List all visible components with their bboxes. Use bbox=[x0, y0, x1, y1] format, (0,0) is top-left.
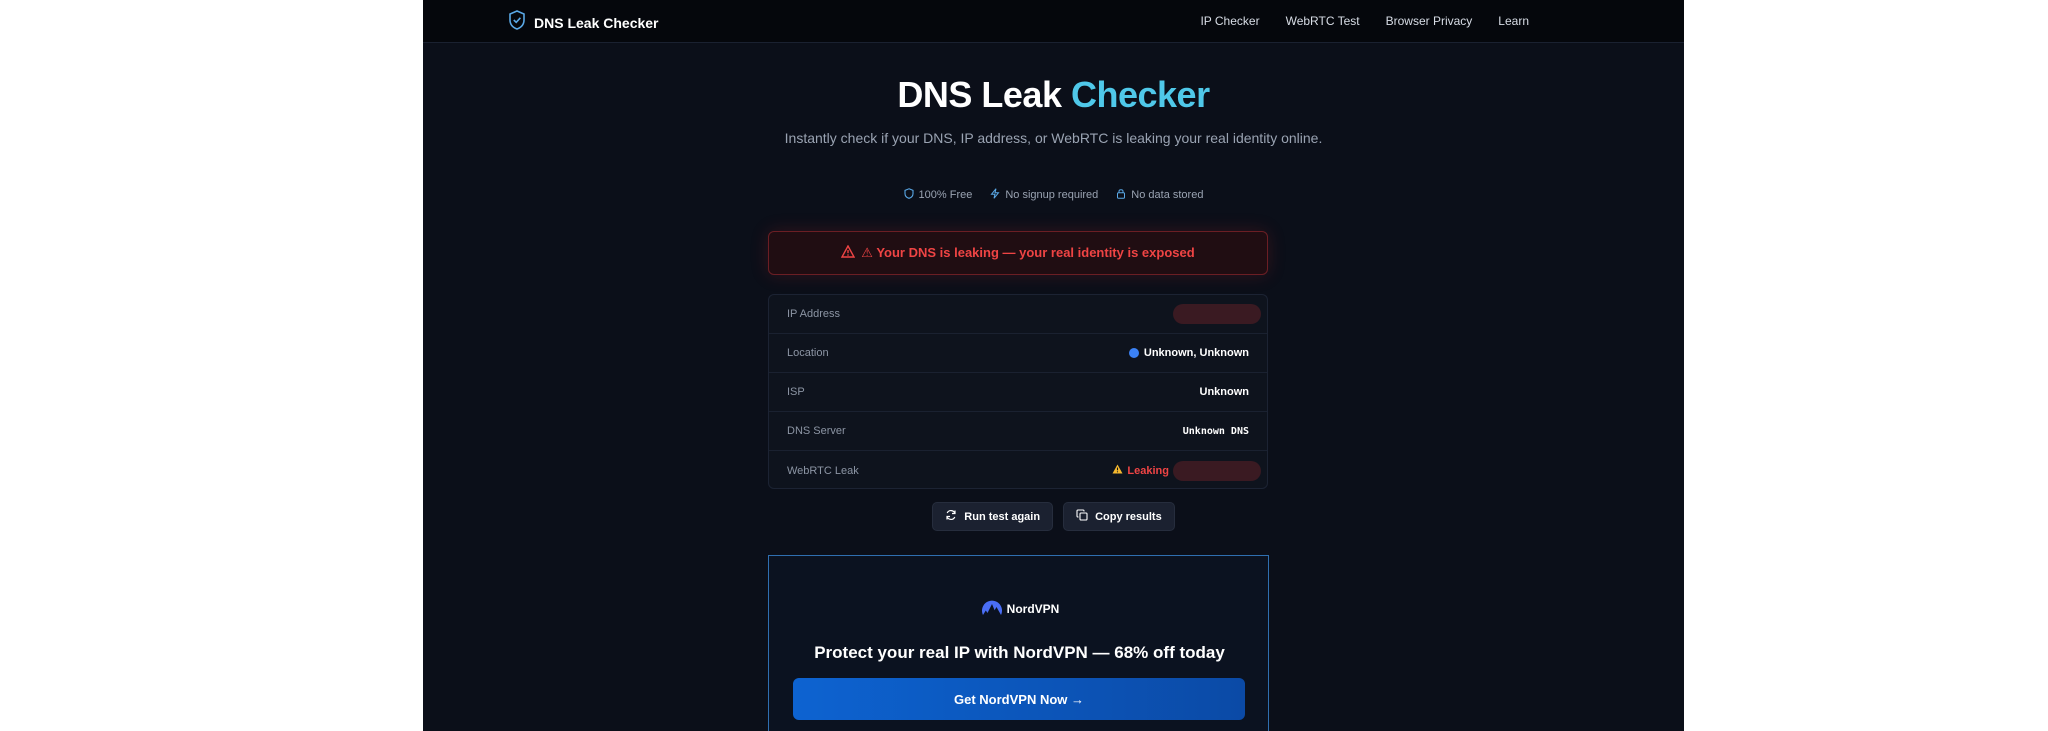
badge-label: 100% Free bbox=[918, 189, 973, 201]
nav-links: IP Checker WebRTC Test Browser Privacy L… bbox=[1200, 14, 1529, 28]
isp-value: Unknown bbox=[1199, 386, 1250, 398]
promo-title: Protect your real IP with NordVPN — 68% … bbox=[814, 643, 1225, 662]
results-table: IP Address Location Unknown, Unknown ISP… bbox=[768, 294, 1268, 489]
badge-free: 100% Free bbox=[903, 188, 973, 202]
row-label: WebRTC Leak bbox=[787, 464, 859, 477]
page-title: DNS Leak Checker bbox=[423, 74, 1684, 116]
row-label: ISP bbox=[787, 386, 805, 398]
ip-address-value-redacted bbox=[1173, 304, 1261, 324]
nordvpn-promo: NordVPN Protect your real IP with NordVP… bbox=[768, 555, 1269, 731]
refresh-icon bbox=[945, 509, 957, 524]
dns-server-value: Unknown DNS bbox=[1182, 425, 1249, 437]
warning-icon bbox=[1112, 464, 1123, 477]
badge-no-data: No data stored bbox=[1116, 188, 1203, 202]
row-dns-server: DNS Server Unknown DNS bbox=[769, 412, 1267, 451]
run-test-again-button[interactable]: Run test again bbox=[932, 502, 1054, 531]
badge-label: No data stored bbox=[1131, 189, 1204, 201]
title-main: DNS Leak bbox=[897, 74, 1062, 115]
bolt-icon bbox=[990, 188, 1000, 202]
dns-leak-alert: ⚠ Your DNS is leaking — your real identi… bbox=[768, 231, 1268, 275]
shield-check-icon bbox=[508, 10, 526, 35]
row-label: IP Address bbox=[787, 308, 840, 320]
app-window: DNS Leak Checker IP Checker WebRTC Test … bbox=[423, 0, 1684, 731]
globe-icon bbox=[1128, 348, 1139, 358]
nav-link-browser-privacy[interactable]: Browser Privacy bbox=[1386, 14, 1473, 28]
location-text: Unknown, Unknown bbox=[1143, 347, 1249, 359]
alert-text: ⚠ Your DNS is leaking — your real identi… bbox=[861, 245, 1195, 260]
nordvpn-logo: NordVPN bbox=[769, 597, 1270, 620]
row-location: Location Unknown, Unknown bbox=[769, 334, 1267, 373]
row-ip-address: IP Address bbox=[769, 295, 1267, 334]
brand[interactable]: DNS Leak Checker bbox=[508, 10, 659, 35]
nav-link-ip-checker[interactable]: IP Checker bbox=[1200, 14, 1259, 28]
top-nav: DNS Leak Checker IP Checker WebRTC Test … bbox=[423, 0, 1684, 43]
shield-icon bbox=[903, 188, 914, 202]
copy-icon bbox=[1076, 509, 1088, 524]
button-label: Copy results bbox=[1095, 510, 1162, 523]
badge-no-signup: No signup required bbox=[990, 188, 1098, 202]
lock-icon bbox=[1116, 188, 1126, 202]
location-value: Unknown, Unknown bbox=[1128, 347, 1249, 359]
button-label: Run test again bbox=[964, 510, 1041, 523]
redacted-blur bbox=[1173, 304, 1261, 324]
row-isp: ISP Unknown bbox=[769, 373, 1267, 412]
redacted-blur bbox=[1173, 460, 1261, 481]
nav-link-learn[interactable]: Learn bbox=[1498, 14, 1529, 28]
title-accent: Checker bbox=[1071, 74, 1210, 115]
nordvpn-mountain-icon bbox=[980, 597, 1004, 620]
row-label: Location bbox=[787, 347, 829, 359]
warning-triangle-icon bbox=[841, 244, 856, 261]
nordvpn-brand-text: NordVPN bbox=[1006, 601, 1060, 616]
nav-link-webrtc-test[interactable]: WebRTC Test bbox=[1286, 14, 1360, 28]
result-actions: Run test again Copy results bbox=[423, 502, 1684, 531]
page-subtitle: Instantly check if your DNS, IP address,… bbox=[784, 130, 1323, 146]
badge-label: No signup required bbox=[1005, 189, 1099, 201]
row-webrtc-leak: WebRTC Leak Leaking bbox=[769, 451, 1267, 490]
webrtc-leak-value: Leaking bbox=[1112, 460, 1261, 481]
brand-name: DNS Leak Checker bbox=[534, 14, 659, 31]
get-nordvpn-button[interactable]: Get NordVPN Now → bbox=[793, 678, 1245, 720]
webrtc-status: Leaking bbox=[1127, 464, 1169, 477]
feature-badges: 100% Free No signup required No data sto… bbox=[423, 188, 1684, 202]
copy-results-button[interactable]: Copy results bbox=[1063, 502, 1175, 531]
row-label: DNS Server bbox=[787, 425, 846, 437]
